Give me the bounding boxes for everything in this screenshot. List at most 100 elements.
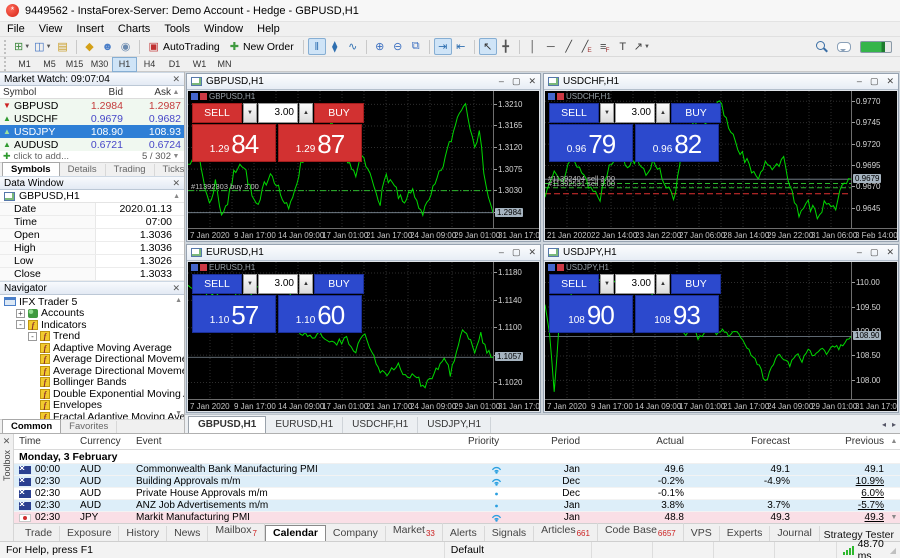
- buy-button[interactable]: BUY: [671, 274, 721, 294]
- tab-trading[interactable]: Trading: [106, 164, 155, 176]
- calendar-event-row[interactable]: 02:30 JPY Markit Manufacturing PMI Jan 48.8 4…: [14, 512, 900, 523]
- bar-chart-icon[interactable]: ‖: [307, 38, 326, 55]
- sell-button[interactable]: SELL: [192, 274, 242, 294]
- scroll-up-icon[interactable]: ▲: [175, 297, 182, 304]
- timeframe-m15[interactable]: M15: [62, 57, 87, 72]
- tab-details[interactable]: Details: [60, 164, 106, 176]
- chart-window-titlebar[interactable]: USDJPY,H1 – ▢ ✕: [544, 245, 898, 261]
- menu-tools[interactable]: Tools: [157, 22, 197, 36]
- toolbox-tab-alerts[interactable]: Alerts: [443, 526, 485, 541]
- tree-item-trend[interactable]: - f Trend: [0, 331, 184, 342]
- toolbox-tab-news[interactable]: News: [167, 526, 209, 541]
- buy-button[interactable]: BUY: [314, 274, 364, 294]
- community-icon[interactable]: ☻: [99, 38, 117, 55]
- arrows-tool-icon[interactable]: ↗ ▼: [632, 38, 652, 55]
- crosshair-icon[interactable]: ╋: [497, 38, 515, 55]
- chart-tab-gbpusd-h1[interactable]: GBPUSD,H1: [188, 416, 267, 433]
- scroll-up-icon[interactable]: ▲: [888, 438, 900, 445]
- sell-price-box[interactable]: 0.96 79: [549, 124, 633, 162]
- sell-button[interactable]: SELL: [192, 103, 242, 123]
- price-scale[interactable]: 0.9770 0.9745 0.9720 0.9695 0.9670 0.9645 0.96…: [851, 91, 897, 228]
- chart-canvas[interactable]: GBPUSD,H1 SELL ▼ 3.00 ▲ BUY 1.29 84 1.29 8…: [188, 91, 539, 240]
- calendar-column-period[interactable]: Period: [524, 436, 586, 447]
- chart-window-titlebar[interactable]: GBPUSD,H1 – ▢ ✕: [187, 74, 540, 90]
- toolbox-tab-history[interactable]: History: [119, 526, 168, 541]
- sell-price-box[interactable]: 1.10 57: [192, 295, 276, 333]
- zoom-out-icon[interactable]: ⊖: [389, 38, 407, 55]
- timeframe-m5[interactable]: M5: [37, 57, 62, 72]
- collapse-icon[interactable]: -: [16, 320, 25, 330]
- timeframe-d1[interactable]: D1: [162, 57, 187, 72]
- menu-help[interactable]: Help: [250, 22, 287, 36]
- timeframe-m1[interactable]: M1: [12, 57, 37, 72]
- maximize-icon[interactable]: ▢: [512, 247, 521, 258]
- chart-canvas[interactable]: EURUSD,H1 SELL ▼ 3.00 ▲ BUY 1.10 57 1.10 6…: [188, 262, 539, 411]
- tree-item-ifx-trader-5[interactable]: IFX Trader 5: [0, 296, 184, 308]
- market-watch-row[interactable]: ▼ GBPUSD 1.2984 1.2987: [0, 99, 184, 112]
- menu-view[interactable]: View: [32, 22, 70, 36]
- volume-field[interactable]: 3.00: [258, 103, 298, 123]
- auto-scroll-icon[interactable]: ⇥: [433, 38, 452, 55]
- price-scale[interactable]: 110.00109.50109.00108.50108.00108.90: [851, 262, 897, 399]
- trendline-icon[interactable]: ╱: [560, 38, 578, 55]
- toolbox-tab-calendar[interactable]: Calendar: [264, 525, 326, 541]
- menu-window[interactable]: Window: [197, 22, 250, 36]
- volume-down-button[interactable]: ▼: [243, 274, 257, 294]
- maximize-icon[interactable]: ▢: [512, 76, 521, 87]
- timeframe-m30[interactable]: M30: [87, 57, 112, 72]
- column-ask[interactable]: Ask: [123, 87, 171, 98]
- tab-symbols[interactable]: Symbols: [2, 162, 60, 176]
- market-watch-row[interactable]: ▲ AUDUSD 0.6721 0.6724: [0, 138, 184, 151]
- tree-item-adaptive-moving-average[interactable]: f Adaptive Moving Average: [0, 342, 184, 354]
- sell-price-box[interactable]: 1.29 84: [192, 124, 276, 162]
- calendar-event-row[interactable]: 02:30 AUD ANZ Job Advertisements m/m Jan 3.8…: [14, 500, 900, 512]
- chart-window-titlebar[interactable]: USDCHF,H1 – ▢ ✕: [544, 74, 898, 90]
- tree-item-indicators[interactable]: - f Indicators: [0, 319, 184, 331]
- tree-item-accounts[interactable]: + Accounts: [0, 308, 184, 319]
- maximize-icon[interactable]: ▢: [870, 247, 879, 258]
- scroll-down-icon[interactable]: ▼: [171, 153, 181, 160]
- scroll-left-icon[interactable]: ◂: [882, 420, 886, 429]
- toolbox-tab-company[interactable]: Company: [326, 526, 386, 541]
- calendar-column-priority[interactable]: Priority: [468, 436, 524, 447]
- timeframe-h4[interactable]: H4: [137, 57, 162, 72]
- close-icon[interactable]: ✕: [528, 76, 536, 87]
- volume-up-button[interactable]: ▲: [299, 103, 313, 123]
- timeframe-mn[interactable]: MN: [212, 57, 237, 72]
- menu-insert[interactable]: Insert: [69, 22, 111, 36]
- minimize-icon[interactable]: –: [857, 76, 862, 87]
- scroll-right-icon[interactable]: ▸: [892, 420, 896, 429]
- minimize-icon[interactable]: –: [499, 247, 504, 258]
- toolbox-tab-trade[interactable]: Trade: [18, 526, 61, 541]
- new-order-button[interactable]: ✚ New Order: [225, 38, 299, 55]
- chat-icon[interactable]: [837, 41, 851, 52]
- close-icon[interactable]: ✕: [886, 76, 894, 87]
- tree-item-envelopes[interactable]: f Envelopes: [0, 400, 184, 411]
- toolbox-tab-signals[interactable]: Signals: [485, 526, 535, 541]
- column-symbol[interactable]: Symbol: [3, 87, 71, 98]
- volume-field[interactable]: 3.00: [615, 103, 655, 123]
- calendar-column-forecast[interactable]: Forecast: [690, 436, 796, 447]
- toolbox-tab-exposure[interactable]: Exposure: [60, 526, 120, 541]
- time-axis[interactable]: 7 Jan 2020 9 Jan 17:00 14 Jan 09:00 17 Jan …: [188, 228, 539, 240]
- toolbox-close-icon[interactable]: ✕: [3, 436, 11, 446]
- calendar-column-previous[interactable]: Previous: [796, 436, 888, 447]
- data-window-close-icon[interactable]: ✕: [172, 178, 180, 189]
- scroll-down-icon[interactable]: ▼: [888, 514, 900, 521]
- buy-price-box[interactable]: 108 93: [635, 295, 719, 333]
- signals-radio-icon[interactable]: ◉: [117, 38, 135, 55]
- buy-price-box[interactable]: 1.10 60: [278, 295, 362, 333]
- chart-canvas[interactable]: USDCHF,H1 SELL ▼ 3.00 ▲ BUY 0.96 79 0.96 8…: [545, 91, 897, 240]
- autotrading-button[interactable]: ▣ AutoTrading: [144, 38, 225, 55]
- buy-price-box[interactable]: 1.29 87: [278, 124, 362, 162]
- status-connection[interactable]: 48.70 ms ◢: [835, 538, 900, 558]
- buy-price-box[interactable]: 0.96 82: [635, 124, 719, 162]
- toolbox-tab-market[interactable]: Market33: [386, 522, 443, 541]
- volume-field[interactable]: 3.00: [258, 274, 298, 294]
- menu-charts[interactable]: Charts: [111, 22, 157, 36]
- cursor-icon[interactable]: ↖: [478, 38, 497, 55]
- tile-windows-icon[interactable]: ⧉: [407, 38, 425, 55]
- vertical-line-icon[interactable]: │: [524, 38, 542, 55]
- calendar-column-actual[interactable]: Actual: [586, 436, 690, 447]
- tree-item-average-directional-movement[interactable]: f Average Directional Movement: [0, 365, 184, 377]
